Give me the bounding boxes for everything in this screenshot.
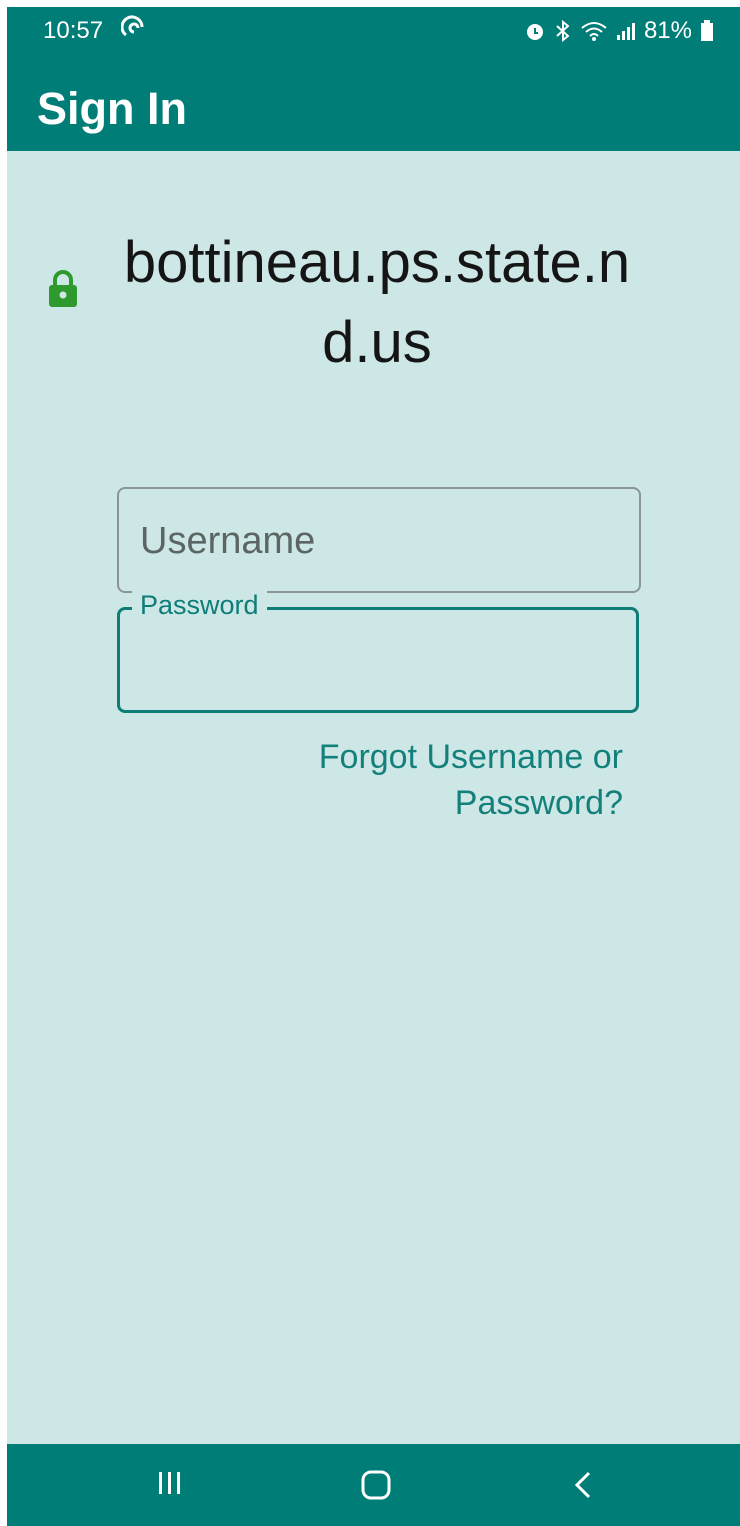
recents-icon[interactable] <box>157 1470 183 1496</box>
password-label: Password <box>132 590 267 621</box>
status-time: 10:57 <box>43 17 104 44</box>
signal-icon <box>616 21 636 41</box>
status-bar: 10:57 81% <box>7 7 740 57</box>
phone-screen: 10:57 81% Sign In bottineau.ps.state.nd.… <box>7 7 740 1526</box>
status-icons: 81% <box>524 17 714 45</box>
bluetooth-icon <box>554 19 572 43</box>
sync-icon <box>120 15 147 48</box>
password-field[interactable]: Password <box>117 590 639 713</box>
home-icon[interactable] <box>361 1470 391 1500</box>
navigation-bar <box>7 1444 740 1526</box>
app-bar: Sign In <box>7 57 740 151</box>
username-field[interactable]: Username <box>117 487 641 593</box>
battery-percent: 81% <box>643 17 692 44</box>
lock-icon <box>47 269 79 314</box>
username-placeholder: Username <box>140 520 316 562</box>
page-title: Sign In <box>37 83 187 134</box>
wifi-icon <box>580 20 608 42</box>
back-icon[interactable] <box>573 1470 593 1500</box>
forgot-credentials-link[interactable]: Forgot Username or Password? <box>257 734 623 826</box>
site-domain: bottineau.ps.state.nd.us <box>123 230 631 375</box>
battery-icon <box>700 20 714 42</box>
alarm-icon <box>524 20 546 42</box>
